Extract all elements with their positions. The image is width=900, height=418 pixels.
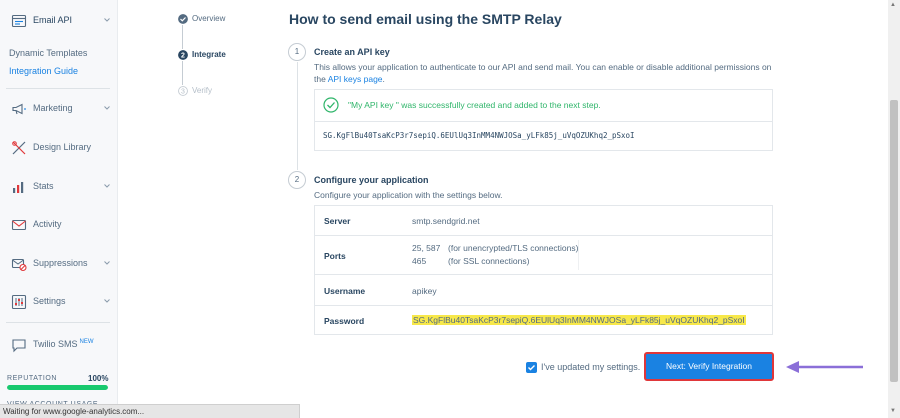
sidebar-item-label: Settings <box>33 296 66 306</box>
chevron-down-icon <box>104 261 110 265</box>
port-line: 465 (for SSL connections) <box>412 256 530 266</box>
table-row-password: Password SG.KgFlBu40TsaKcP3r7sepiQ.6EUlU… <box>315 306 772 336</box>
annotation-arrow-icon <box>786 361 863 373</box>
reputation-bar <box>7 385 108 390</box>
checkmark-icon <box>528 365 535 371</box>
port-line: 25, 587 (for unencrypted/TLS connections) <box>412 243 579 253</box>
api-keys-page-link[interactable]: API keys page <box>328 74 383 84</box>
email-api-icon <box>11 14 27 28</box>
api-key-value[interactable]: SG.KgFlBu40TsaKcP3r7sepiQ.6EUlUq3InMM4NW… <box>323 131 635 140</box>
sidebar-item-label: Activity <box>33 219 62 229</box>
new-badge: NEW <box>79 339 94 345</box>
reputation-value: 100% <box>88 374 109 383</box>
sidebar-item-label: Marketing <box>33 103 73 113</box>
sidebar-link-dynamic-templates[interactable]: Dynamic Templates <box>9 48 87 58</box>
activity-icon <box>11 219 27 231</box>
api-key-box: "My API key " was successfully created a… <box>314 89 773 151</box>
stepper-connector <box>182 61 183 85</box>
table-row-ports: Ports 25, 587 (for unencrypted/TLS connec… <box>315 236 772 275</box>
stepper-connector <box>182 25 183 49</box>
sidebar: Email API Dynamic Templates Integration … <box>0 0 118 418</box>
section-description: This allows your application to authenti… <box>314 62 772 84</box>
step-number-badge: 2 <box>288 171 306 189</box>
sidebar-divider <box>6 88 110 89</box>
check-icon <box>178 14 188 24</box>
chevron-down-icon <box>104 106 110 110</box>
scroll-up-icon[interactable]: ▲ <box>890 2 896 8</box>
svg-text:3: 3 <box>181 89 185 96</box>
smtp-settings-table: Server smtp.sendgrid.net Ports 25, 587 (f… <box>314 205 773 335</box>
setting-value[interactable]: apikey <box>412 286 437 296</box>
megaphone-icon <box>12 103 26 115</box>
stepper-label: Overview <box>192 14 226 23</box>
sidebar-item-label: Suppressions <box>33 258 88 268</box>
sidebar-divider <box>6 322 110 323</box>
section-title-create-api-key: Create an API key <box>314 47 390 57</box>
password-value[interactable]: SG.KgFlBu40TsaKcP3r7sepiQ.6EUlUq3InMM4NW… <box>412 315 746 325</box>
step-number-icon: 3 <box>178 86 188 96</box>
table-row-username: Username apikey <box>315 275 772 306</box>
reputation-bar-fill <box>7 385 108 390</box>
svg-text:2: 2 <box>181 53 185 60</box>
sidebar-item-email-api[interactable]: Email API <box>0 8 118 34</box>
setting-key: Ports <box>324 251 346 261</box>
sidebar-item-label: Stats <box>33 181 54 191</box>
sidebar-item-twilio-sms[interactable]: Twilio SMS NEW <box>0 332 118 358</box>
scrollbar-thumb[interactable] <box>890 100 898 382</box>
scroll-down-icon[interactable]: ▼ <box>890 408 896 414</box>
setting-key: Username <box>324 286 366 296</box>
chevron-down-icon <box>104 184 110 188</box>
settings-updated-label[interactable]: I've updated my settings. <box>541 362 640 372</box>
sidebar-item-suppressions[interactable]: Suppressions <box>0 251 118 277</box>
setting-key: Server <box>324 216 351 226</box>
chevron-down-icon <box>104 299 110 303</box>
divider <box>315 121 772 122</box>
settings-updated-checkbox[interactable] <box>526 362 537 373</box>
step-number-badge: 1 <box>288 43 306 61</box>
sidebar-link-integration-guide[interactable]: Integration Guide <box>9 66 78 76</box>
sidebar-item-design-library[interactable]: Design Library <box>0 135 118 161</box>
setting-key: Password <box>324 316 365 326</box>
sidebar-item-stats[interactable]: Stats <box>0 174 118 200</box>
sidebar-item-label: Email API <box>33 15 73 25</box>
sidebar-item-marketing[interactable]: Marketing <box>0 96 118 122</box>
chevron-down-icon <box>104 18 110 22</box>
sidebar-item-settings[interactable]: Settings <box>0 289 118 315</box>
section-connector <box>297 62 298 170</box>
stepper-label: Verify <box>192 86 213 95</box>
ports-box: 25, 587 (for unencrypted/TLS connections)… <box>409 240 579 270</box>
sidebar-item-label: Design Library <box>33 142 92 152</box>
setting-value[interactable]: smtp.sendgrid.net <box>412 216 480 226</box>
table-row-server: Server smtp.sendgrid.net <box>315 206 772 236</box>
settings-icon <box>11 294 27 310</box>
next-verify-integration-button[interactable]: Next: Verify Integration <box>644 352 774 381</box>
section-description: Configure your application with the sett… <box>314 190 503 200</box>
suppressions-icon <box>11 258 27 272</box>
sidebar-item-label: Twilio SMS NEW <box>33 339 94 349</box>
section-title-configure-application: Configure your application <box>314 175 429 185</box>
step-number-icon: 2 <box>178 50 188 60</box>
reputation-label: REPUTATION <box>7 375 58 382</box>
sidebar-item-activity[interactable]: Activity <box>0 212 118 238</box>
success-message: "My API key " was successfully created a… <box>348 100 601 110</box>
stepper-label: Integrate <box>192 50 226 59</box>
stats-icon <box>13 182 24 193</box>
browser-status-bar: Waiting for www.google-analytics.com... <box>0 404 300 418</box>
check-circle-icon <box>323 97 339 113</box>
sms-icon <box>12 339 26 353</box>
design-library-icon <box>12 141 26 155</box>
page-title: How to send email using the SMTP Relay <box>289 11 562 27</box>
